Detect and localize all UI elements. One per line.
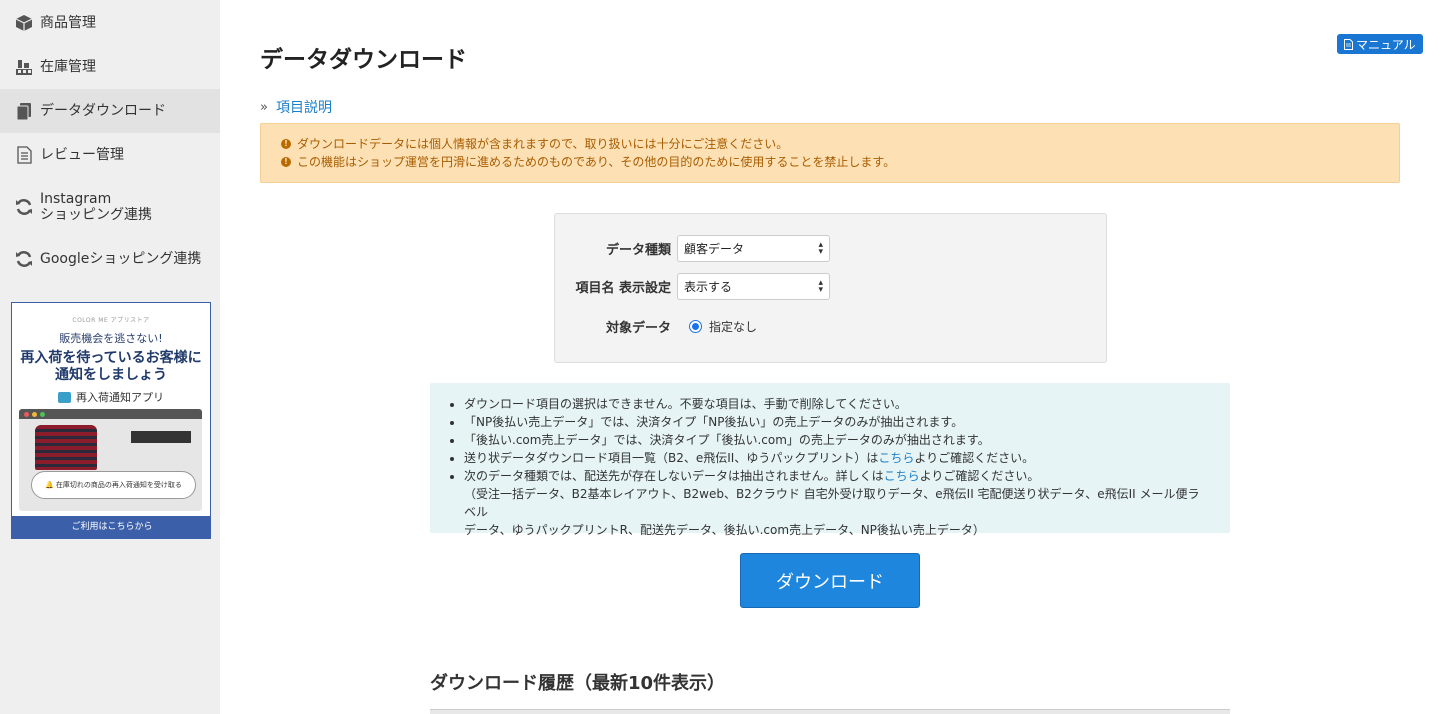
info-list: ダウンロード項目の選択はできません。不要な項目は、手動で削除してください。 「N…	[464, 395, 1210, 539]
bell-icon: 🔔	[45, 481, 54, 489]
sidebar-item-products[interactable]: 商品管理	[0, 8, 220, 38]
info-text: よりご確認ください。	[919, 469, 1040, 483]
shirt-image	[35, 425, 97, 470]
warning-text: この機能はショップ運営を円滑に進めるためのものであり、その他の目的のために使用す…	[297, 155, 896, 169]
info-item: 「NP後払い売上データ」では、決済タイプ「NP後払い」の売上データのみが抽出され…	[464, 413, 1210, 431]
restock-app-banner[interactable]: COLOR ME アプリストア 販売機会を逃さない! 再入荷を待っているお客様に…	[11, 302, 211, 539]
shipping-items-link[interactable]: こちら	[878, 451, 914, 465]
exclamation-icon: !	[281, 139, 291, 149]
warning-text: ダウンロードデータには個人情報が含まれますので、取り扱いには十分にご注意ください…	[297, 137, 789, 151]
exclamation-icon: !	[281, 157, 291, 167]
documents-icon	[14, 101, 34, 121]
sidebar-item-label: レビュー管理	[40, 147, 124, 163]
history-title: ダウンロード履歴（最新10件表示）	[430, 673, 726, 694]
download-button[interactable]: ダウンロード	[740, 553, 920, 608]
sidebar-item-instagram[interactable]: Instagram ショッピング連携	[0, 190, 220, 224]
sidebar-item-label: Instagram	[40, 191, 112, 207]
form-row-target: 対象データ 指定なし	[555, 317, 1108, 336]
download-form: データ種類 顧客データ ▴ ▾ 項目名 表示設定 表示する ▴ ▾ 対象データ 指定…	[554, 213, 1107, 363]
info-sub-line: （受注一括データ、B2基本レイアウト、B2web、B2クラウド 自宅外受け取りデ…	[464, 487, 1200, 519]
target-label: 対象データ	[605, 321, 671, 336]
document-icon	[1344, 38, 1353, 50]
breadcrumb: » 項目説明	[260, 97, 332, 117]
sidebar-item-label-line2: ショッピング連携	[40, 207, 152, 223]
sync-icon	[14, 249, 34, 269]
sidebar-item-data-download[interactable]: データダウンロード	[0, 89, 220, 133]
target-radio[interactable]	[689, 320, 702, 333]
info-item: 「後払い.com売上データ」では、決済タイプ「後払い.com」の売上データのみが…	[464, 431, 1210, 449]
manual-label: マニュアル	[1356, 37, 1416, 52]
data-type-select[interactable]: 顧客データ ▴ ▾	[677, 235, 830, 262]
target-radio-label[interactable]: 指定なし	[709, 318, 757, 335]
history-table	[430, 709, 1230, 714]
banner-pill: 🔔 在庫切れの商品の再入荷通知を受け取る	[31, 471, 196, 499]
box-icon	[14, 13, 34, 33]
radio-selected-dot	[692, 323, 699, 330]
banner-headline-line1: 再入荷を待っているお客様に	[20, 350, 202, 366]
warning-line: ! この機能はショップ運営を円滑に進めるためのものであり、その他の目的のために使…	[281, 153, 1379, 171]
window-dot	[40, 411, 45, 417]
banner-footer: ご利用はこちらから	[12, 516, 210, 538]
main-content: データダウンロード マニュアル » 項目説明 ! ダウンロードデータには個人情報…	[220, 0, 1440, 714]
banner-tagline: 販売機会を逃さない!	[59, 332, 163, 345]
page-title: データダウンロード	[260, 47, 467, 73]
info-item: ダウンロード項目の選択はできません。不要な項目は、手動で削除してください。	[464, 395, 1210, 413]
sync-icon	[14, 197, 34, 217]
info-text: 次のデータ種類では、配送先が存在しないデータは抽出されません。詳しくは	[464, 469, 884, 483]
banner-screenshot: 🔔 在庫切れの商品の再入荷通知を受け取る	[19, 409, 202, 511]
window-titlebar	[19, 409, 202, 419]
window-panel	[131, 431, 191, 443]
sidebar-item-label: 商品管理	[40, 15, 96, 31]
info-box: ダウンロード項目の選択はできません。不要な項目は、手動で削除してください。 「N…	[430, 383, 1230, 537]
banner-headline-line2: 通知をしましょう	[55, 367, 167, 383]
info-text: よりご確認ください。	[914, 451, 1035, 465]
sidebar-item-stock[interactable]: 在庫管理	[0, 52, 220, 82]
app-icon	[58, 391, 71, 403]
stock-icon	[14, 57, 34, 77]
form-row-data-type: データ種類 顧客データ ▴ ▾	[555, 235, 1108, 262]
banner-headline: 再入荷を待っているお客様に 通知をしましょう	[12, 350, 210, 384]
details-link[interactable]: こちら	[884, 469, 920, 483]
warning-line: ! ダウンロードデータには個人情報が含まれますので、取り扱いには十分にご注意くだ…	[281, 135, 1379, 153]
manual-button[interactable]: マニュアル	[1337, 34, 1423, 54]
info-text: 送り状データダウンロード項目一覧（B2、e飛伝II、ゆうパックプリント）は	[464, 451, 879, 465]
info-item: 次のデータ種類では、配送先が存在しないデータは抽出されません。詳しくはこちらより…	[464, 467, 1210, 539]
banner-brand: COLOR ME アプリストア	[72, 317, 150, 324]
select-arrows-icon: ▴ ▾	[818, 239, 823, 257]
banner-app-name: 再入荷通知アプリ	[76, 391, 164, 404]
sidebar-item-label-group: Instagram ショッピング連携	[40, 191, 152, 223]
window-dot	[32, 411, 37, 417]
sidebar-item-reviews[interactable]: レビュー管理	[0, 140, 220, 170]
data-type-label: データ種類	[605, 243, 671, 258]
warning-box: ! ダウンロードデータには個人情報が含まれますので、取り扱いには十分にご注意くだ…	[260, 123, 1400, 183]
sidebar: 商品管理 在庫管理 データダウンロード レビュー管理 Instagram ショッ…	[0, 0, 220, 714]
data-type-value: 顧客データ	[684, 242, 745, 256]
info-sub-line: データ、ゆうパックプリントR、配送先データ、後払い.com売上データ、NP後払い…	[464, 523, 985, 537]
sidebar-item-label: 在庫管理	[40, 59, 96, 75]
header-setting-value: 表示する	[684, 280, 733, 294]
header-setting-label: 項目名 表示設定	[575, 281, 671, 296]
header-setting-select[interactable]: 表示する ▴ ▾	[677, 273, 830, 300]
window-dot	[24, 411, 29, 417]
form-row-header-setting: 項目名 表示設定 表示する ▴ ▾	[555, 273, 1108, 300]
banner-pill-text: 在庫切れの商品の再入荷通知を受け取る	[55, 481, 182, 489]
sidebar-item-label: データダウンロード	[40, 103, 166, 119]
sidebar-item-google-shopping[interactable]: Googleショッピング連携	[0, 244, 220, 274]
document-icon	[14, 145, 34, 165]
info-item: 送り状データダウンロード項目一覧（B2、e飛伝II、ゆうパックプリント）はこちら…	[464, 449, 1210, 467]
sidebar-item-label: Googleショッピング連携	[40, 251, 202, 267]
breadcrumb-arrow: »	[260, 99, 268, 115]
banner-app: 再入荷通知アプリ	[12, 389, 210, 405]
select-arrows-icon: ▴ ▾	[818, 277, 823, 295]
item-description-link[interactable]: 項目説明	[276, 97, 332, 117]
